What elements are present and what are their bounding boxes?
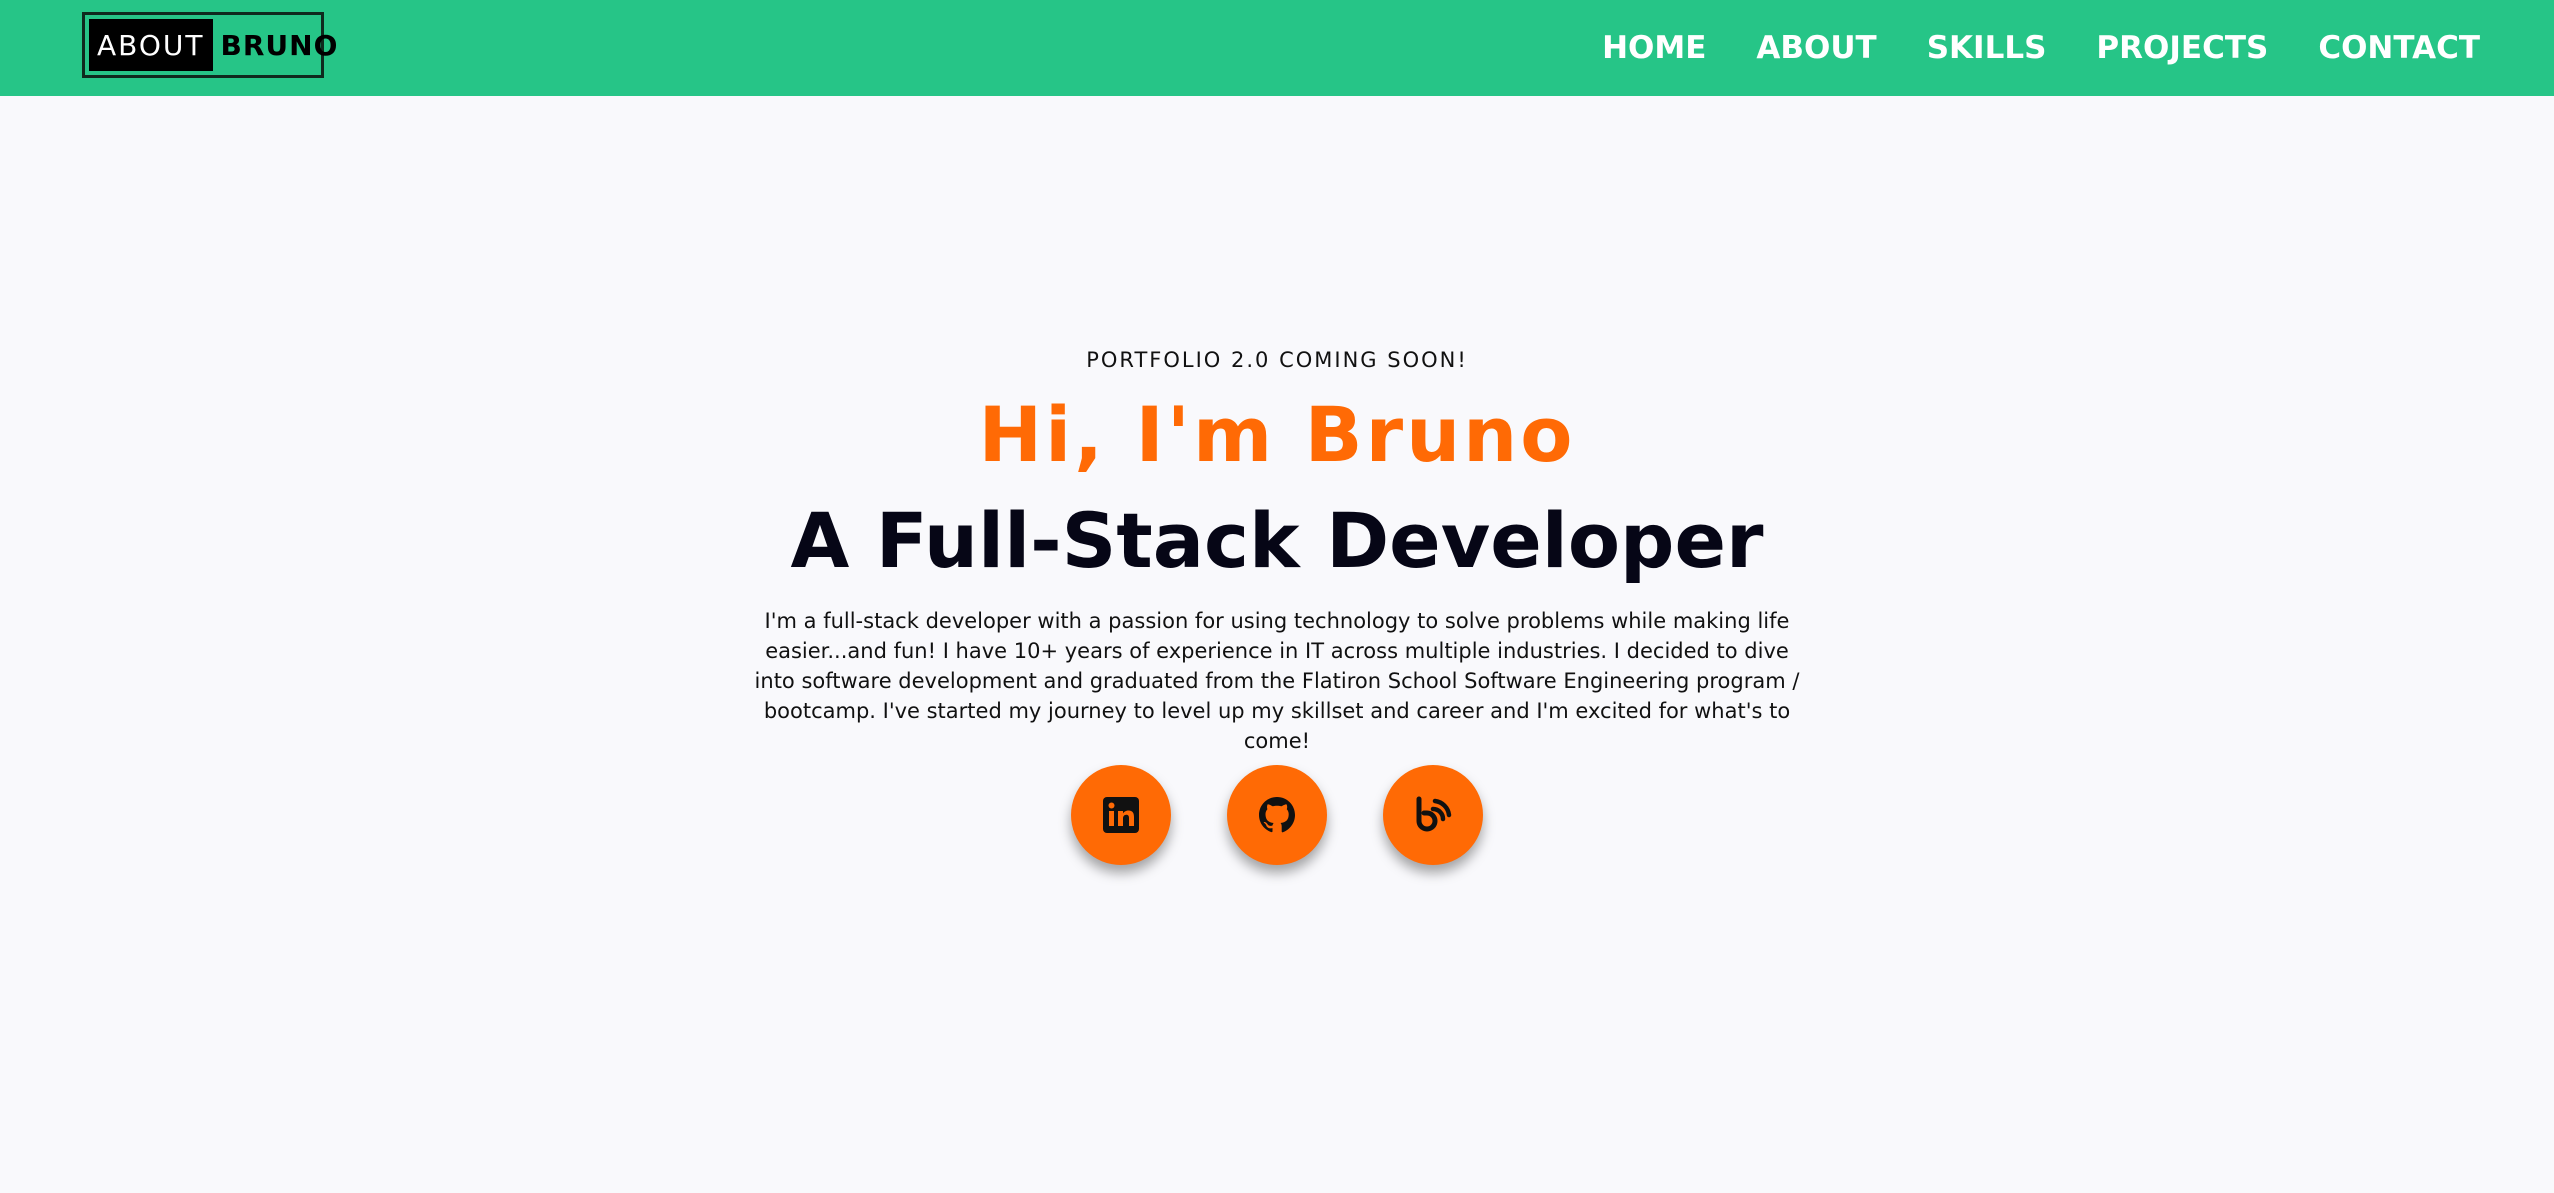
nav-links: HOME ABOUT SKILLS PROJECTS CONTACT [1602, 0, 2480, 96]
hero-role: A Full-Stack Developer [790, 496, 1764, 585]
nav-link-about[interactable]: ABOUT [1756, 30, 1876, 66]
linkedin-icon [1103, 797, 1139, 833]
logo-name-text: BRUNO [220, 28, 339, 62]
github-button[interactable] [1227, 765, 1327, 865]
linkedin-button[interactable] [1071, 765, 1171, 865]
logo-about-text: ABOUT [89, 19, 213, 71]
social-links [0, 765, 2554, 865]
nav-link-contact[interactable]: CONTACT [2318, 30, 2480, 66]
hero-bio: I'm a full-stack developer with a passio… [754, 609, 1800, 753]
blog-button[interactable] [1383, 765, 1483, 865]
hero-tagline: PORTFOLIO 2.0 COMING SOON! [1086, 348, 1468, 372]
nav-link-projects[interactable]: PROJECTS [2096, 30, 2268, 66]
blog-icon [1416, 796, 1452, 832]
github-icon [1259, 797, 1295, 833]
navbar: ABOUT BRUNO HOME ABOUT SKILLS PROJECTS C… [0, 0, 2554, 96]
nav-link-home[interactable]: HOME [1602, 30, 1706, 66]
site-logo[interactable]: ABOUT BRUNO [82, 12, 337, 78]
nav-link-skills[interactable]: SKILLS [1927, 30, 2047, 66]
hero-greeting: Hi, I'm Bruno [978, 390, 1576, 479]
